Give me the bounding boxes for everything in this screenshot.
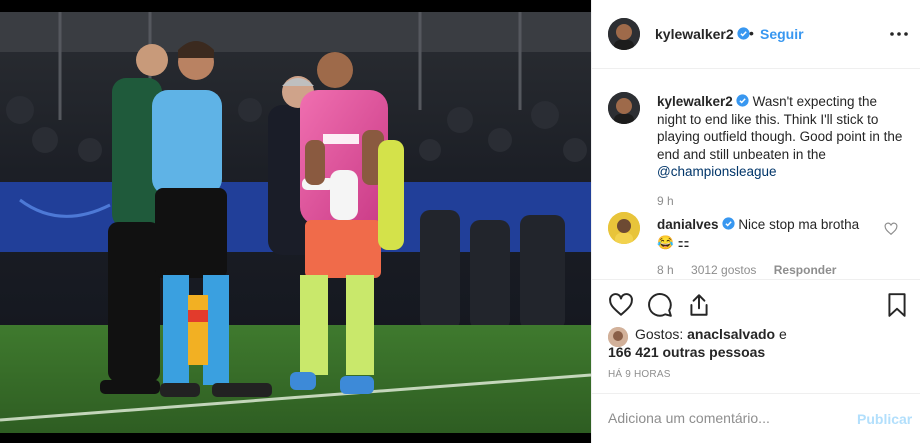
post-image [0,0,591,443]
comment-emoji: 😂 ⚏ [657,235,690,250]
likes-line: Gostos: anaclsalvado e [635,325,787,343]
post-timestamp[interactable]: HÁ 9 HORAS [608,369,671,380]
comment-icon[interactable] [647,292,673,318]
post-header: kylewalker2 • Seguir [592,0,920,69]
more-options-icon[interactable] [887,22,911,46]
likes-others[interactable]: 166 421 outras pessoas [608,343,908,361]
comment-like-heart-icon[interactable] [884,222,898,236]
share-icon[interactable] [686,292,712,318]
action-bar [592,279,920,329]
verified-icon [737,27,750,40]
comment: danialves Nice stop ma brotha 😂 ⚏ [657,216,877,252]
author-username[interactable]: kylewalker2 [655,26,734,42]
comment-meta: 8 h 3012 gostos Responder [657,263,850,277]
heart-icon[interactable] [608,292,634,318]
comment-time[interactable]: 8 h [657,263,674,277]
reply-button[interactable]: Responder [774,263,837,277]
likes-prefix: Gostos: [635,326,684,342]
comment-username[interactable]: danialves [657,217,719,232]
liker-username[interactable]: anaclsalvado [687,326,775,342]
verified-icon [721,217,735,230]
post-sidebar: kylewalker2 • Seguir kylewalker2 Wasn't … [591,0,920,443]
likes-conj: e [778,326,787,342]
commenter-avatar[interactable] [608,212,640,244]
comment-input[interactable] [608,410,838,426]
verified-icon [736,94,749,107]
add-comment-row: Publicar [592,393,920,443]
author-avatar[interactable] [608,18,640,50]
follow-button[interactable]: Seguir [760,26,804,42]
caption-avatar[interactable] [608,92,640,124]
post-photo[interactable] [0,0,591,443]
comment-likes[interactable]: 3012 gostos [691,263,756,277]
comment-text: Nice stop ma brotha [738,217,860,232]
separator-dot: • [749,25,754,41]
caption-mention[interactable]: @championsleague [657,164,777,179]
caption-timestamp[interactable]: 9 h [657,194,674,208]
author-username-row[interactable]: kylewalker2 [655,26,750,42]
publish-button[interactable]: Publicar [857,411,912,427]
caption-username[interactable]: kylewalker2 [657,94,733,109]
bookmark-icon[interactable] [884,292,910,318]
caption: kylewalker2 Wasn't expecting the night t… [657,93,907,181]
